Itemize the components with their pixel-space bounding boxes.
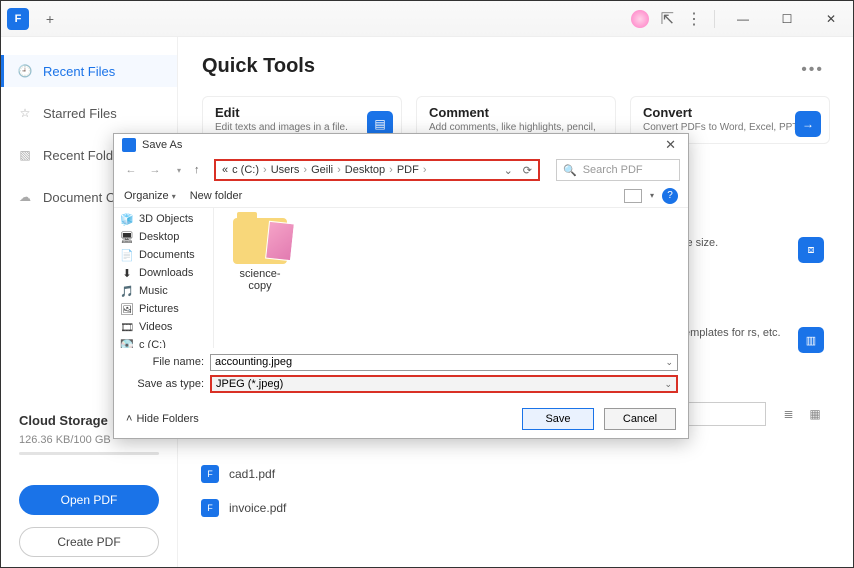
search-placeholder: Search PDF bbox=[583, 164, 643, 176]
dialog-toolbar: Organize ▾ New folder ▾ ? bbox=[114, 184, 688, 208]
filename-input[interactable]: accounting.jpeg⌄ bbox=[210, 354, 678, 371]
new-tab-button[interactable]: + bbox=[39, 8, 61, 30]
close-button[interactable]: ✕ bbox=[815, 5, 847, 33]
dialog-close-button[interactable]: ✕ bbox=[661, 137, 680, 153]
view-mode-dropdown[interactable] bbox=[624, 189, 642, 203]
chevron-up-icon: ˄ bbox=[126, 413, 132, 425]
music-icon: 🎵 bbox=[120, 285, 134, 298]
sidebar-item-starred-files[interactable]: ☆ Starred Files bbox=[1, 97, 177, 129]
folder-icon bbox=[233, 218, 287, 264]
recent-file-list: F cad1.pdf F invoice.pdf bbox=[201, 461, 286, 521]
grid-view-icon[interactable]: ▦ bbox=[806, 405, 824, 423]
template-card-peek: emplates for rs, etc. ▥ bbox=[684, 327, 824, 353]
kebab-icon[interactable]: ⋮ bbox=[686, 9, 702, 29]
save-as-dialog: Save As ✕ ← → ▾ ↑ « c (C:)› Users› Geili… bbox=[113, 133, 689, 439]
save-button[interactable]: Save bbox=[522, 408, 594, 430]
file-browser-pane[interactable]: science-copy bbox=[214, 208, 688, 348]
file-row[interactable]: F invoice.pdf bbox=[201, 495, 286, 521]
tree-item-desktop[interactable]: 🖥Desktop bbox=[114, 228, 213, 246]
chevron-down-icon[interactable]: ⌄ bbox=[504, 164, 513, 177]
share-icon[interactable]: ⇱ bbox=[661, 9, 674, 29]
new-folder-button[interactable]: New folder bbox=[190, 190, 243, 202]
open-pdf-button[interactable]: Open PDF bbox=[19, 485, 159, 515]
downloads-icon: ⬇ bbox=[120, 267, 134, 280]
documents-icon: 📄 bbox=[120, 249, 134, 262]
videos-icon: 🎞 bbox=[120, 321, 134, 334]
nav-up-button[interactable]: ↑ bbox=[194, 164, 208, 176]
filename-label: File name: bbox=[124, 356, 210, 368]
dialog-title: Save As bbox=[142, 139, 182, 151]
divider bbox=[714, 10, 715, 28]
save-as-type-dropdown[interactable]: JPEG (*.jpeg)⌄ bbox=[210, 375, 678, 393]
dialog-search-box[interactable]: 🔍 Search PDF bbox=[556, 159, 680, 181]
chevron-down-icon[interactable]: ⌄ bbox=[665, 357, 673, 368]
tree-item-videos[interactable]: 🎞Videos bbox=[114, 318, 213, 336]
chevron-down-icon[interactable]: ▾ bbox=[650, 191, 654, 200]
refresh-icon[interactable]: ⟳ bbox=[523, 164, 532, 177]
tree-item-music[interactable]: 🎵Music bbox=[114, 282, 213, 300]
cloud-icon: ☁ bbox=[17, 189, 33, 205]
create-pdf-button[interactable]: Create PDF bbox=[19, 527, 159, 557]
save-as-type-label: Save as type: bbox=[124, 378, 210, 390]
tree-item-pictures[interactable]: 🖼Pictures bbox=[114, 300, 213, 318]
drive-icon: 💽 bbox=[120, 339, 134, 349]
app-icon bbox=[122, 138, 136, 152]
template-icon: ▥ bbox=[798, 327, 824, 353]
convert-icon: → bbox=[795, 111, 821, 137]
dialog-nav: ← → ▾ ↑ « c (C:)› Users› Geili› Desktop›… bbox=[114, 156, 688, 184]
titlebar: F + ⇱ ⋮ — ☐ ✕ bbox=[1, 1, 853, 37]
nav-history-dropdown[interactable]: ▾ bbox=[170, 166, 188, 175]
compress-card-peek: le size. ⧈ bbox=[684, 237, 824, 263]
cancel-button[interactable]: Cancel bbox=[604, 408, 676, 430]
chevron-down-icon[interactable]: ⌄ bbox=[664, 379, 672, 390]
folder-icon: ▧ bbox=[17, 147, 33, 163]
desktop-icon: 🖥 bbox=[120, 231, 134, 244]
clock-icon: 🕘 bbox=[17, 63, 33, 79]
maximize-button[interactable]: ☐ bbox=[771, 5, 803, 33]
dialog-titlebar: Save As ✕ bbox=[114, 134, 688, 156]
page-title: Quick Tools bbox=[202, 55, 830, 78]
sidebar-item-label: Recent Files bbox=[43, 64, 115, 79]
card-title: Convert bbox=[643, 105, 817, 120]
file-name: cad1.pdf bbox=[229, 467, 275, 481]
hide-folders-toggle[interactable]: ˄ Hide Folders bbox=[126, 413, 199, 425]
folder-tree: 🧊3D Objects 🖥Desktop 📄Documents ⬇Downloa… bbox=[114, 208, 214, 348]
breadcrumb-address-bar[interactable]: « c (C:)› Users› Geili› Desktop› PDF› ⌄ … bbox=[214, 159, 540, 181]
pdf-file-icon: F bbox=[201, 465, 219, 483]
list-view-icon[interactable]: ≣ bbox=[780, 405, 798, 423]
more-icon[interactable]: ••• bbox=[801, 61, 824, 79]
pictures-icon: 🖼 bbox=[120, 303, 134, 316]
sidebar-item-recent-files[interactable]: 🕘 Recent Files bbox=[1, 55, 177, 87]
minimize-button[interactable]: — bbox=[727, 5, 759, 33]
tree-item-downloads[interactable]: ⬇Downloads bbox=[114, 264, 213, 282]
sidebar-item-label: Starred Files bbox=[43, 106, 117, 121]
organize-dropdown[interactable]: Organize ▾ bbox=[124, 190, 176, 202]
tree-item-drive-c[interactable]: 💽c (C:) bbox=[114, 336, 213, 348]
nav-back-button[interactable]: ← bbox=[122, 164, 140, 176]
pdf-file-icon: F bbox=[201, 499, 219, 517]
account-avatar[interactable] bbox=[631, 10, 649, 28]
star-icon: ☆ bbox=[17, 105, 33, 121]
help-icon[interactable]: ? bbox=[662, 188, 678, 204]
home-tab[interactable]: F bbox=[7, 8, 29, 30]
filename-row: File name: accounting.jpeg⌄ bbox=[124, 352, 678, 372]
tree-item-documents[interactable]: 📄Documents bbox=[114, 246, 213, 264]
tree-item-3d-objects[interactable]: 🧊3D Objects bbox=[114, 210, 213, 228]
card-title: Edit bbox=[215, 105, 389, 120]
search-icon: 🔍 bbox=[563, 164, 577, 177]
objects-icon: 🧊 bbox=[120, 213, 134, 226]
cloud-storage-bar bbox=[19, 452, 159, 455]
folder-item[interactable]: science-copy bbox=[228, 218, 292, 292]
card-title: Comment bbox=[429, 105, 603, 120]
save-as-type-row: Save as type: JPEG (*.jpeg)⌄ bbox=[124, 374, 678, 394]
card-desc: Edit texts and images in a file. bbox=[215, 122, 389, 133]
compress-icon: ⧈ bbox=[798, 237, 824, 263]
folder-label: science-copy bbox=[228, 268, 292, 292]
nav-forward-button[interactable]: → bbox=[146, 164, 164, 176]
file-row[interactable]: F cad1.pdf bbox=[201, 461, 286, 487]
file-name: invoice.pdf bbox=[229, 501, 286, 515]
